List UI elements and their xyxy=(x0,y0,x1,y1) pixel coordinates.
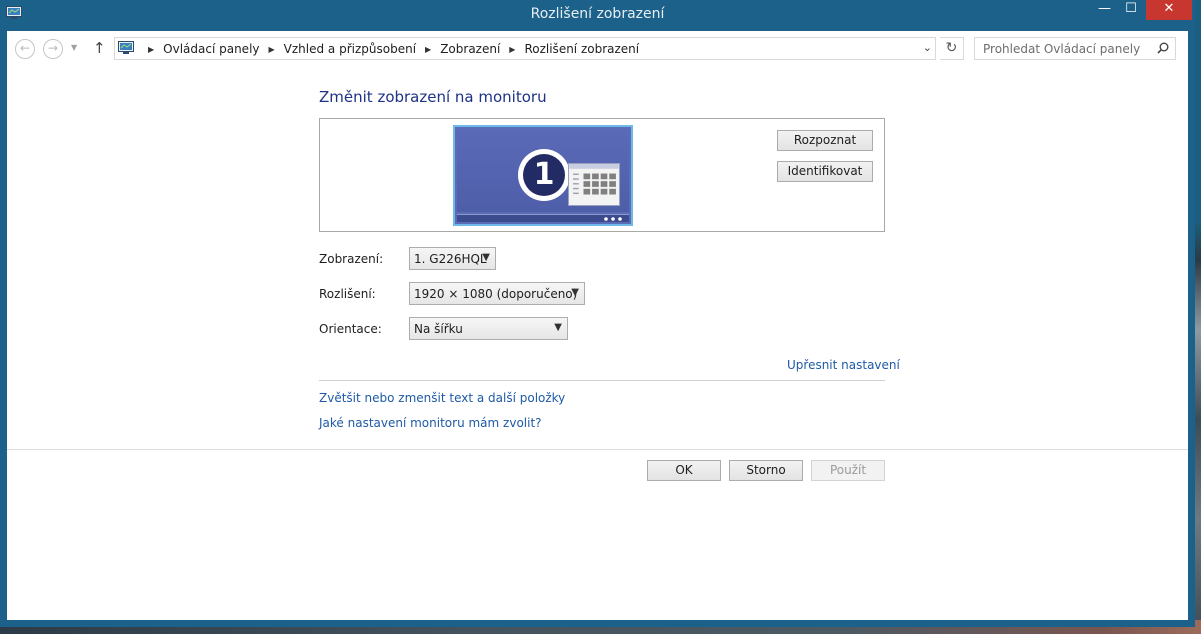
chevron-down-icon: ▼ xyxy=(482,252,490,263)
address-bar[interactable]: ▶ Ovládací panely ▶ Vzhled a přizpůsoben… xyxy=(114,37,936,60)
breadcrumb-separator-icon[interactable]: ▶ xyxy=(269,45,275,54)
monitor-thumbnail[interactable]: 1 xyxy=(453,125,633,226)
which-settings-link[interactable]: Jaké nastavení monitoru mám zvolit? xyxy=(319,416,542,430)
advanced-settings-link[interactable]: Upřesnit nastavení xyxy=(787,358,900,372)
forward-button[interactable]: → xyxy=(43,39,63,59)
window-title: Rozlišení zobrazení xyxy=(530,6,665,22)
divider xyxy=(319,380,885,381)
display-select-value: 1. G226HQL xyxy=(414,252,487,266)
breadcrumb-appearance[interactable]: Vzhled a přizpůsobení xyxy=(284,42,416,56)
address-dropdown-icon[interactable]: ⌄ xyxy=(923,41,932,54)
monitor-preview-panel: 1 Rozpoznat Identifikovat xyxy=(319,118,885,232)
recent-locations-dropdown[interactable]: ▼ xyxy=(71,43,77,52)
orientation-select[interactable]: Na šířku ▼ xyxy=(409,317,568,340)
close-button[interactable]: ✕ xyxy=(1146,0,1192,20)
window-grid-icon xyxy=(568,163,620,206)
ok-button[interactable]: OK xyxy=(647,460,721,481)
breadcrumb-separator-icon[interactable]: ▶ xyxy=(509,45,515,54)
monitor-number: 1 xyxy=(523,154,565,196)
up-button[interactable]: ↑ xyxy=(93,39,106,57)
title-bar[interactable]: Rozlišení zobrazení — ☐ ✕ xyxy=(0,0,1195,30)
orientation-label: Orientace: xyxy=(319,322,382,336)
monitor-number-badge: 1 xyxy=(518,149,570,201)
breadcrumb-screen-resolution[interactable]: Rozlišení zobrazení xyxy=(524,42,639,56)
refresh-button[interactable]: ↻ xyxy=(940,37,964,60)
window-client-area: ← → ▼ ↑ ▶ Ovládací panely ▶ Vzhled a při… xyxy=(7,31,1188,620)
search-input[interactable]: Prohledat Ovládací panely xyxy=(974,37,1176,60)
orientation-select-value: Na šířku xyxy=(414,322,463,336)
back-button[interactable]: ← xyxy=(15,39,35,59)
breadcrumb-separator-icon[interactable]: ▶ xyxy=(148,45,154,54)
breadcrumb-separator-icon[interactable]: ▶ xyxy=(425,45,431,54)
detect-button[interactable]: Rozpoznat xyxy=(777,130,873,151)
breadcrumb: ▶ Ovládací panely ▶ Vzhled a přizpůsoben… xyxy=(139,42,639,56)
resolution-label: Rozlišení: xyxy=(319,287,376,301)
chevron-down-icon: ▼ xyxy=(554,322,562,333)
search-placeholder: Prohledat Ovládací panely xyxy=(983,42,1141,56)
maximize-button[interactable]: ☐ xyxy=(1118,0,1144,20)
minimize-button[interactable]: — xyxy=(1091,0,1118,20)
search-icon[interactable] xyxy=(1157,42,1169,54)
dots-icon xyxy=(604,217,622,221)
control-panel-icon xyxy=(118,41,134,54)
monitor-taskbar xyxy=(457,214,629,222)
display-select[interactable]: 1. G226HQL ▼ xyxy=(409,247,496,270)
identify-button[interactable]: Identifikovat xyxy=(777,161,873,182)
resolution-select[interactable]: 1920 × 1080 (doporučeno) ▼ xyxy=(409,282,585,305)
apply-button[interactable]: Použít xyxy=(811,460,885,481)
text-size-link[interactable]: Zvětšit nebo zmenšit text a další položk… xyxy=(319,391,565,405)
display-resolution-window: Rozlišení zobrazení — ☐ ✕ ← → ▼ ↑ ▶ Ovlá… xyxy=(0,0,1195,627)
display-label: Zobrazení: xyxy=(319,252,384,266)
cancel-button[interactable]: Storno xyxy=(729,460,803,481)
resolution-select-value: 1920 × 1080 (doporučeno) xyxy=(414,287,578,301)
footer-divider xyxy=(7,449,1188,450)
page-title: Změnit zobrazení na monitoru xyxy=(319,88,547,106)
chevron-down-icon: ▼ xyxy=(571,287,579,298)
breadcrumb-display[interactable]: Zobrazení xyxy=(440,42,500,56)
breadcrumb-control-panel[interactable]: Ovládací panely xyxy=(163,42,259,56)
